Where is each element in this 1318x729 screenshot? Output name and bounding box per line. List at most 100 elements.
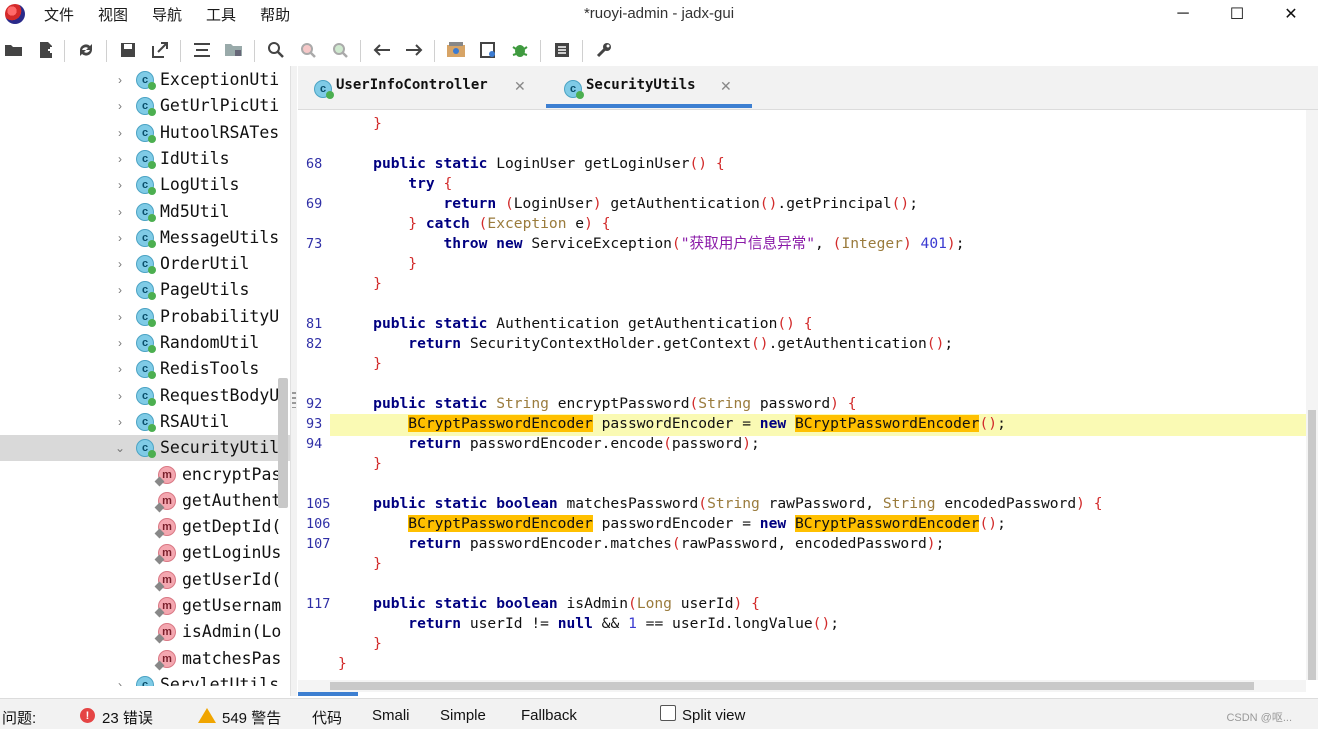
export-icon[interactable] xyxy=(148,38,172,62)
split-view-checkbox[interactable] xyxy=(660,705,676,721)
chevron-right-icon[interactable]: › xyxy=(114,389,126,403)
tree-class-item[interactable]: › c RandomUtil xyxy=(0,330,290,356)
minimize-button[interactable]: ─ xyxy=(1160,0,1206,28)
tree-class-item[interactable]: › c Md5Util xyxy=(0,199,290,225)
editor-horizontal-scroll-thumb[interactable] xyxy=(330,682,1254,690)
progress-indicator xyxy=(298,692,358,696)
chevron-right-icon[interactable]: › xyxy=(114,362,126,376)
chevron-right-icon[interactable]: › xyxy=(114,178,126,192)
method-icon: m xyxy=(158,465,176,484)
menu-navigation[interactable]: 导航 xyxy=(152,4,182,25)
panel-splitter[interactable] xyxy=(290,66,297,696)
tree-class-item[interactable]: › c ServletUtils xyxy=(0,672,290,686)
sync-icon[interactable] xyxy=(74,38,98,62)
tab-simple[interactable]: Simple xyxy=(440,707,486,724)
menu-help[interactable]: 帮助 xyxy=(260,4,290,25)
tree-class-item[interactable]: › c IdUtils xyxy=(0,146,290,172)
tree-method-item[interactable]: m matchesPas xyxy=(0,646,290,672)
tree-item-label: MessageUtils xyxy=(160,227,280,247)
menu-view[interactable]: 视图 xyxy=(98,4,128,25)
flatten-icon[interactable] xyxy=(190,38,214,62)
quark-icon[interactable] xyxy=(444,38,468,62)
tab-userinfocontroller[interactable]: c UserInfoController ✕ xyxy=(314,66,534,110)
line-number: 107 xyxy=(306,536,331,552)
warnings-count[interactable]: 549 警告 xyxy=(222,707,281,728)
chevron-right-icon[interactable]: › xyxy=(114,73,126,87)
tree-method-item[interactable]: m isAdmin(Lo xyxy=(0,619,290,645)
tree-method-item[interactable]: m getAuthent xyxy=(0,488,290,514)
chevron-right-icon[interactable]: › xyxy=(114,99,126,113)
code-text: } catch (Exception e) { xyxy=(408,215,611,232)
tab-label: SecurityUtils xyxy=(586,77,696,93)
back-icon[interactable] xyxy=(370,38,394,62)
tree-item-label: ExceptionUti xyxy=(160,70,280,89)
errors-count[interactable]: 23 错误 xyxy=(102,707,153,728)
tree-class-item[interactable]: › c MessageUtils xyxy=(0,225,290,251)
save-icon[interactable] xyxy=(116,38,140,62)
tree-class-item[interactable]: › c HutoolRSATes xyxy=(0,120,290,146)
tree-method-item[interactable]: m getUsernam xyxy=(0,593,290,619)
chevron-right-icon[interactable]: › xyxy=(114,310,126,324)
tree-class-item[interactable]: ⌄ c SecurityUtil xyxy=(0,435,290,462)
tree-class-item[interactable]: › c RedisTools xyxy=(0,356,290,382)
code-editor[interactable]: } 68 public static LoginUser getLoginUser… xyxy=(298,110,1306,680)
find-usage-icon[interactable] xyxy=(328,38,352,62)
tree-class-item[interactable]: › c LogUtils xyxy=(0,172,290,198)
warning-icon[interactable] xyxy=(198,708,216,723)
tree-class-item[interactable]: › c ExceptionUti xyxy=(0,67,290,93)
error-icon[interactable]: ! xyxy=(80,708,95,723)
find-class-icon[interactable] xyxy=(296,38,320,62)
tree-item-label: LogUtils xyxy=(160,175,240,195)
code-text: } xyxy=(373,355,382,372)
chevron-right-icon[interactable]: › xyxy=(114,678,126,686)
class-icon: c xyxy=(136,412,156,432)
forward-icon[interactable] xyxy=(402,38,426,62)
chevron-right-icon[interactable]: › xyxy=(114,205,126,219)
tree-method-item[interactable]: m getDeptId( xyxy=(0,514,290,540)
tree-class-item[interactable]: › c GetUrlPicUti xyxy=(0,93,290,119)
chevron-right-icon[interactable]: › xyxy=(114,231,126,245)
menu-tools[interactable]: 工具 xyxy=(206,4,236,25)
chevron-down-icon[interactable]: ⌄ xyxy=(114,441,126,455)
tree-class-item[interactable]: › c OrderUtil xyxy=(0,251,290,277)
class-icon: c xyxy=(136,228,156,248)
deobfuscate-icon[interactable] xyxy=(476,38,500,62)
chevron-right-icon[interactable]: › xyxy=(114,336,126,350)
tree-item-label: RedisTools xyxy=(160,359,260,379)
editor-vertical-scroll-thumb[interactable] xyxy=(1308,410,1316,680)
class-icon: c xyxy=(136,149,156,169)
code-text: return passwordEncoder.encode(password); xyxy=(408,435,760,452)
tree-class-item[interactable]: › c ProbabilityU xyxy=(0,304,290,330)
chevron-right-icon[interactable]: › xyxy=(114,283,126,297)
tab-smali[interactable]: Smali xyxy=(372,707,410,724)
maximize-button[interactable]: ☐ xyxy=(1214,0,1260,28)
tab-close-icon[interactable]: ✕ xyxy=(720,78,732,95)
close-button[interactable]: ✕ xyxy=(1268,0,1314,28)
tree-method-item[interactable]: m getLoginUs xyxy=(0,540,290,566)
tree-scrollbar[interactable] xyxy=(278,378,288,508)
package-icon[interactable] xyxy=(222,38,246,62)
search-icon[interactable] xyxy=(264,38,288,62)
debug-icon[interactable] xyxy=(508,38,532,62)
tree-class-item[interactable]: › c RSAUtil xyxy=(0,409,290,435)
chevron-right-icon[interactable]: › xyxy=(114,257,126,271)
chevron-right-icon[interactable]: › xyxy=(114,415,126,429)
menu-file[interactable]: 文件 xyxy=(44,4,74,25)
tab-fallback[interactable]: Fallback xyxy=(521,707,577,724)
method-icon: m xyxy=(158,570,176,589)
chevron-right-icon[interactable]: › xyxy=(114,152,126,166)
tree-class-item[interactable]: › c RequestBodyU xyxy=(0,383,290,409)
tree-method-item[interactable]: m getUserId( xyxy=(0,567,290,593)
splitter-grip-icon[interactable] xyxy=(292,392,296,408)
tree-class-item[interactable]: › c PageUtils xyxy=(0,277,290,303)
code-text: } xyxy=(373,275,382,292)
tab-code[interactable]: 代码 xyxy=(312,707,342,728)
split-view-label[interactable]: Split view xyxy=(682,707,745,724)
add-files-icon[interactable] xyxy=(34,38,58,62)
open-folder-icon[interactable] xyxy=(2,38,26,62)
tree-method-item[interactable]: m encryptPas xyxy=(0,462,290,488)
settings-icon[interactable] xyxy=(592,38,616,62)
log-icon[interactable] xyxy=(550,38,574,62)
tab-close-icon[interactable]: ✕ xyxy=(514,78,526,95)
chevron-right-icon[interactable]: › xyxy=(114,126,126,140)
